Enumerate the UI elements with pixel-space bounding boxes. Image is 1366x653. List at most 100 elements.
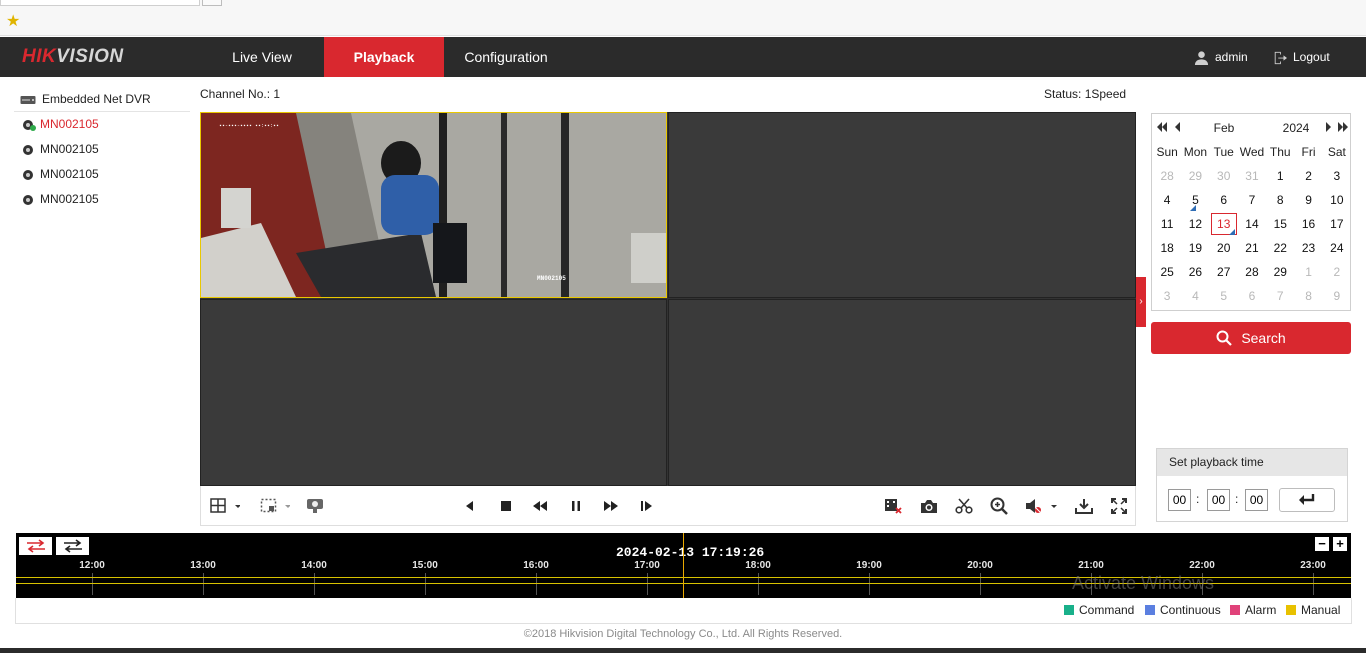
calendar-day[interactable]: 23 [1294,236,1322,260]
new-tab-button[interactable] [202,0,222,6]
calendar-day[interactable]: 26 [1181,260,1209,284]
video-pane-2[interactable] [668,112,1136,298]
camera-item[interactable]: MN002105 [14,137,190,162]
calendar-day[interactable]: 19 [1181,236,1209,260]
pause-button[interactable] [566,496,586,516]
prev-year-icon[interactable] [1156,121,1168,133]
calendar-day[interactable]: 24 [1323,236,1351,260]
weekday-header: Sat [1327,145,1346,159]
tab-configuration[interactable]: Configuration [444,37,568,77]
audio-button[interactable] [1023,496,1059,516]
calendar-day[interactable]: 21 [1238,236,1266,260]
calendar-day[interactable]: 16 [1294,212,1322,236]
rewind-icon [533,501,547,511]
logout-button[interactable]: Logout [1273,37,1330,77]
search-button[interactable]: Search [1151,322,1351,354]
calendar-day[interactable]: 5 [1181,188,1209,212]
browser-tab[interactable] [0,0,200,6]
camera-item[interactable]: MN002105 [14,162,190,187]
calendar-day[interactable]: 22 [1266,236,1294,260]
window-layout-button[interactable] [207,496,243,516]
timeline-settings-button[interactable] [56,537,89,555]
timeline-previous-button[interactable] [19,537,52,555]
calendar-day[interactable]: 1 [1294,260,1322,284]
tab-live-view[interactable]: Live View [200,37,324,77]
calendar-day[interactable]: 17 [1323,212,1351,236]
calendar-day[interactable]: 25 [1153,260,1181,284]
calendar-day[interactable]: 14 [1238,212,1266,236]
calendar-day[interactable]: 30 [1210,164,1238,188]
fast-forward-button[interactable] [601,496,621,516]
user-menu[interactable]: admin [1194,37,1248,77]
video-pane-1[interactable]: ▪▪-▪▪▪-▪▪▪▪ ▪▪:▪▪:▪▪ MN002105 [200,112,667,298]
calendar-day[interactable]: 28 [1238,260,1266,284]
timeline-cursor[interactable] [683,533,684,598]
calendar-day-selected[interactable]: 13 [1210,212,1238,236]
calendar-day[interactable]: 3 [1323,164,1351,188]
digital-zoom-button[interactable] [989,496,1009,516]
reverse-play-button[interactable] [459,496,479,516]
video-pane-3[interactable] [200,299,667,486]
calendar-month[interactable]: Feb [1204,121,1244,135]
favorites-star-icon[interactable]: ★ [6,14,22,30]
calendar-day[interactable]: 4 [1181,284,1209,308]
fullscreen-button[interactable] [1109,496,1129,516]
calendar-day[interactable]: 12 [1181,212,1209,236]
day-number: 15 [1273,217,1287,231]
calendar-day[interactable]: 6 [1210,188,1238,212]
calendar-day[interactable]: 2 [1294,164,1322,188]
calendar-day[interactable]: 7 [1266,284,1294,308]
timeline-zoom-in-button[interactable]: + [1333,537,1347,551]
download-by-file-button[interactable] [883,496,903,516]
search-icon [1216,330,1233,346]
single-frame-button[interactable] [637,496,657,516]
calendar-day[interactable]: 10 [1323,188,1351,212]
calendar-day[interactable]: 15 [1266,212,1294,236]
collapse-panel-handle[interactable]: › [1136,277,1146,327]
calendar-day[interactable]: 9 [1294,188,1322,212]
calendar-day[interactable]: 18 [1153,236,1181,260]
video-pane-4[interactable] [668,299,1136,486]
stop-button[interactable] [496,496,516,516]
calendar-day[interactable]: 27 [1210,260,1238,284]
second-input[interactable] [1245,489,1268,511]
calendar-day[interactable]: 5 [1210,284,1238,308]
prev-month-icon[interactable] [1172,121,1184,133]
clip-button[interactable] [954,496,974,516]
calendar-day[interactable]: 7 [1238,188,1266,212]
tab-playback[interactable]: Playback [324,37,444,77]
day-number: 30 [1217,169,1231,183]
calendar-day[interactable]: 20 [1210,236,1238,260]
hour-input[interactable] [1168,489,1191,511]
next-month-icon[interactable] [1322,121,1334,133]
calendar-day[interactable]: 29 [1266,260,1294,284]
calendar-day[interactable]: 2 [1323,260,1351,284]
calendar-year[interactable]: 2024 [1276,121,1316,135]
calendar-day[interactable]: 28 [1153,164,1181,188]
calendar-day[interactable]: 11 [1153,212,1181,236]
select-area-button[interactable] [257,496,293,516]
camera-item[interactable]: MN002105 [14,112,190,137]
slow-forward-button[interactable] [530,496,550,516]
calendar-day[interactable]: 31 [1238,164,1266,188]
camera-item[interactable]: MN002105 [14,187,190,212]
capture-button[interactable] [919,496,939,516]
next-year-icon[interactable] [1337,121,1349,133]
calendar-day[interactable]: 3 [1153,284,1181,308]
calendar-day[interactable]: 8 [1266,188,1294,212]
weekday-header: Tue [1213,145,1234,159]
calendar-day[interactable]: 29 [1181,164,1209,188]
calendar-day[interactable]: 4 [1153,188,1181,212]
device-tree-root[interactable]: Embedded Net DVR [14,88,190,112]
day-number: 28 [1245,265,1259,279]
apply-time-button[interactable] [1279,488,1335,512]
calendar-day[interactable]: 1 [1266,164,1294,188]
calendar-day[interactable]: 8 [1294,284,1322,308]
camera-osd-name: MN002105 [537,275,566,282]
minute-input[interactable] [1207,489,1230,511]
fisheye-button[interactable] [305,496,325,516]
calendar-day[interactable]: 6 [1238,284,1266,308]
timeline-zoom-out-button[interactable]: − [1315,537,1329,551]
download-button[interactable] [1074,496,1094,516]
calendar-day[interactable]: 9 [1323,284,1351,308]
